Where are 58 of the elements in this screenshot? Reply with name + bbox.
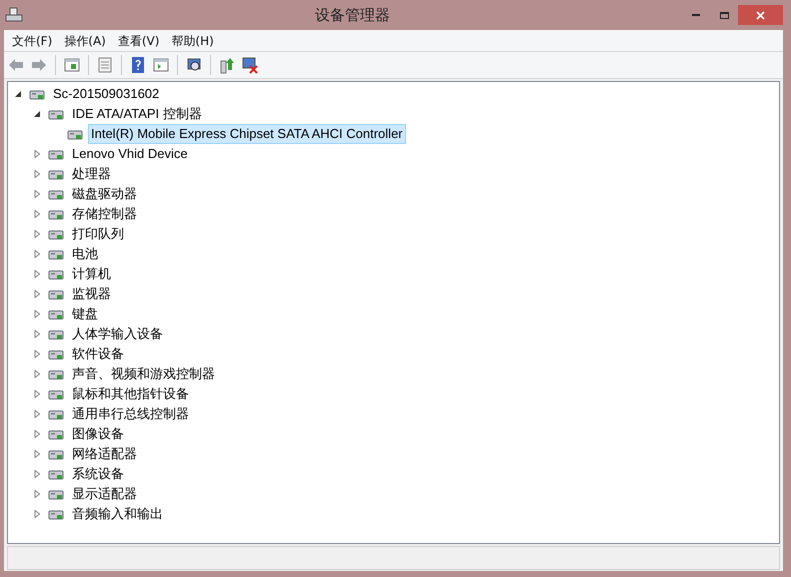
expand-arrow-icon[interactable] [34,510,40,518]
expand-arrow-icon[interactable] [34,170,40,178]
forward-arrow-icon[interactable] [30,56,48,74]
tree-item[interactable]: 系统设备 [69,464,127,484]
tree-item[interactable]: 存储控制器 [69,204,140,224]
close-icon [756,10,765,20]
tree-item[interactable]: Intel(R) Mobile Express Chipset SATA AHCI Controller [88,124,406,144]
expand-arrow-icon[interactable] [34,410,40,418]
app-icon [5,7,23,23]
expand-arrow-icon[interactable] [34,450,40,458]
expand-arrow-icon[interactable] [34,150,40,158]
collapse-arrow-icon[interactable] [34,110,40,118]
expand-arrow-icon[interactable] [34,330,40,338]
tree-item[interactable]: 声音、视频和游戏控制器 [69,364,218,384]
expand-arrow-icon[interactable] [34,490,40,498]
menu-item[interactable]: 文件(F) [7,32,58,50]
expand-arrow-icon[interactable] [34,350,40,358]
tree-item[interactable]: 图像设备 [69,424,127,444]
menu-item[interactable]: 帮助(H) [166,32,219,50]
menu-item[interactable]: 查看(V) [112,32,164,50]
expand-arrow-icon[interactable] [34,390,40,398]
expand-arrow-icon[interactable] [34,250,40,258]
expand-arrow-icon[interactable] [34,210,40,218]
console-tree-icon[interactable] [63,56,81,74]
expand-arrow-icon[interactable] [34,430,40,438]
tree-item[interactable]: 显示适配器 [69,484,140,504]
expand-arrow-icon[interactable] [34,270,40,278]
tree-item[interactable]: 键盘 [69,304,101,324]
tree-item[interactable]: 音频输入和输出 [69,504,166,524]
menu-item[interactable]: 操作(A) [59,32,111,50]
collapse-arrow-icon[interactable] [14,90,22,98]
expand-arrow-icon[interactable] [34,470,40,478]
tree-item[interactable]: 处理器 [69,164,114,184]
action-pane-icon[interactable] [152,56,170,74]
tree-item[interactable]: 磁盘驱动器 [69,184,140,204]
close-button[interactable] [738,5,783,25]
tree-item[interactable]: 人体学输入设备 [69,324,166,344]
expand-arrow-icon[interactable] [34,290,40,298]
window-title: 设备管理器 [315,4,390,26]
expand-arrow-icon[interactable] [34,230,40,238]
uninstall-icon[interactable] [241,56,259,74]
tree-item[interactable]: 计算机 [69,264,114,284]
expand-arrow-icon[interactable] [34,310,40,318]
tree-item[interactable]: 通用串行总线控制器 [69,404,192,424]
update-driver-icon[interactable] [218,56,236,74]
tree-item[interactable]: 打印队列 [69,224,127,244]
help-icon[interactable] [129,56,147,74]
expand-arrow-icon[interactable] [34,190,40,198]
properties-icon[interactable] [96,56,114,74]
tree-item[interactable]: 软件设备 [69,344,127,364]
tree-item[interactable]: 监视器 [69,284,114,304]
tree-item[interactable]: Sc-201509031602 [50,84,162,104]
tree-item[interactable]: 鼠标和其他指针设备 [69,384,192,404]
tree-item[interactable]: 网络适配器 [69,444,140,464]
tree-item[interactable]: 电池 [69,244,101,264]
tree-item[interactable]: Lenovo Vhid Device [69,144,191,164]
expand-arrow-icon[interactable] [34,370,40,378]
tree-item[interactable]: IDE ATA/ATAPI 控制器 [69,104,205,124]
